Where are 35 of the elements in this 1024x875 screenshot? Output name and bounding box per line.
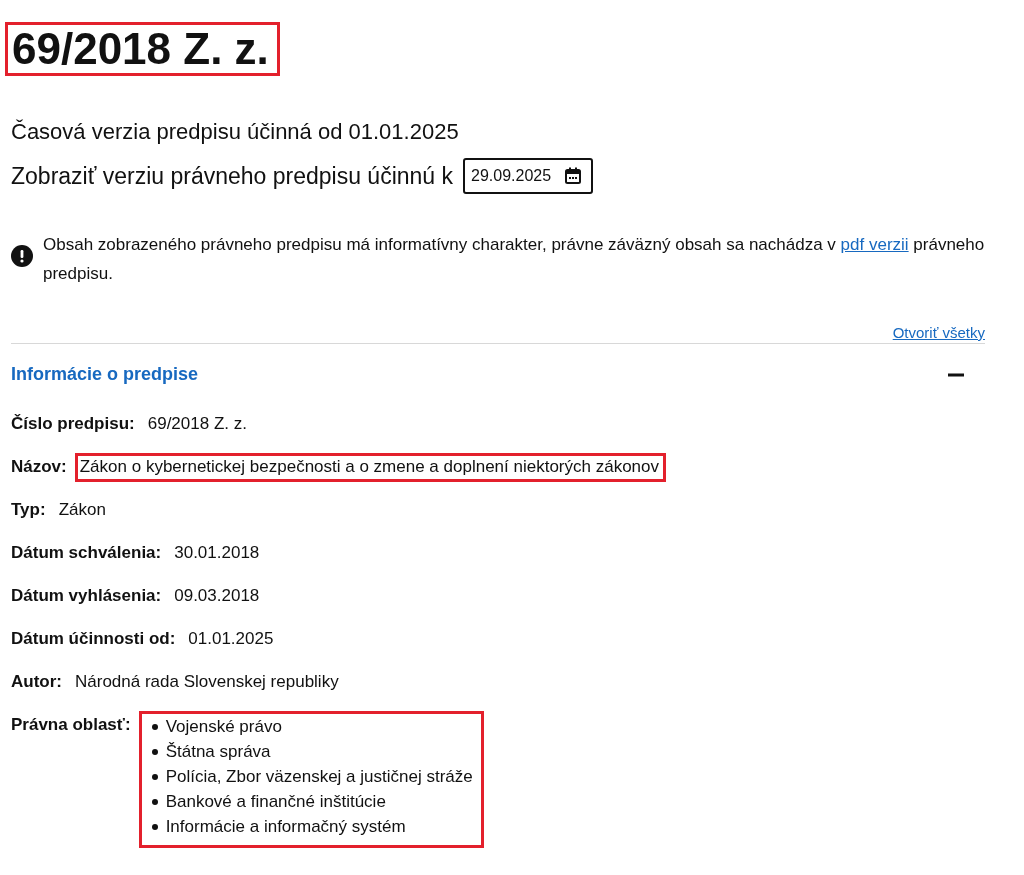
pdf-link[interactable]: pdf verzii — [840, 235, 909, 254]
field-label: Dátum vyhlásenia: — [11, 585, 162, 606]
field-value: Zákon o kybernetickej bezpečnosti a o zmene a doplnení niektorých zákonov — [74, 453, 667, 482]
field-value: 30.01.2018 — [173, 542, 261, 564]
calendar-icon[interactable] — [563, 166, 584, 186]
bullet-icon — [151, 723, 158, 730]
section-title[interactable]: Informácie o predpise — [11, 364, 199, 385]
warning-icon — [11, 245, 33, 267]
field-label: Dátum účinnosti od: — [11, 628, 176, 649]
bullet-icon — [151, 823, 158, 830]
field-value: 01.01.2025 — [187, 628, 275, 650]
field-value: Zákon — [57, 499, 107, 521]
list-item: Vojenské právo — [165, 716, 282, 738]
date-label: Zobraziť verziu právneho predpisu účinnú k — [11, 162, 454, 190]
field-label: Právna oblasť: — [11, 714, 131, 735]
open-all-link[interactable]: Otvoriť všetky — [892, 324, 985, 341]
field-value: Národná rada Slovenskej republiky — [74, 671, 340, 693]
notice-text: Obsah zobrazeného právneho predpisu má informatívny charakter, právne záväzný obsah sa nachádza v pdf verzii právneho predpisu. — [43, 234, 985, 285]
field-value: 09.03.2018 — [173, 585, 261, 607]
field-label: Číslo predpisu: — [11, 413, 135, 434]
list-item: Informácie a informačný systém — [165, 816, 406, 838]
field-label: Dátum schválenia: — [11, 542, 162, 563]
bullet-icon — [151, 798, 158, 805]
date-field[interactable]: 29.09.2025 — [463, 158, 594, 194]
field-label: Autor: — [11, 671, 62, 692]
bullet-icon — [151, 773, 158, 780]
page-title: 69/2018 Z. z. — [5, 22, 280, 76]
field-value: 69/2018 Z. z. — [146, 413, 248, 435]
bullet-icon — [151, 748, 158, 755]
field-label: Typ: — [11, 499, 46, 520]
list-item: Bankové a finančné inštitúcie — [165, 791, 386, 813]
list-item: Polícia, Zbor väzenskej a justičnej stráže — [165, 766, 473, 788]
field-label: Názov: — [11, 456, 67, 477]
version-text: Časová verzia predpisu účinná od 01.01.2025 — [11, 118, 460, 146]
list-item: Štátna správa — [165, 741, 271, 763]
